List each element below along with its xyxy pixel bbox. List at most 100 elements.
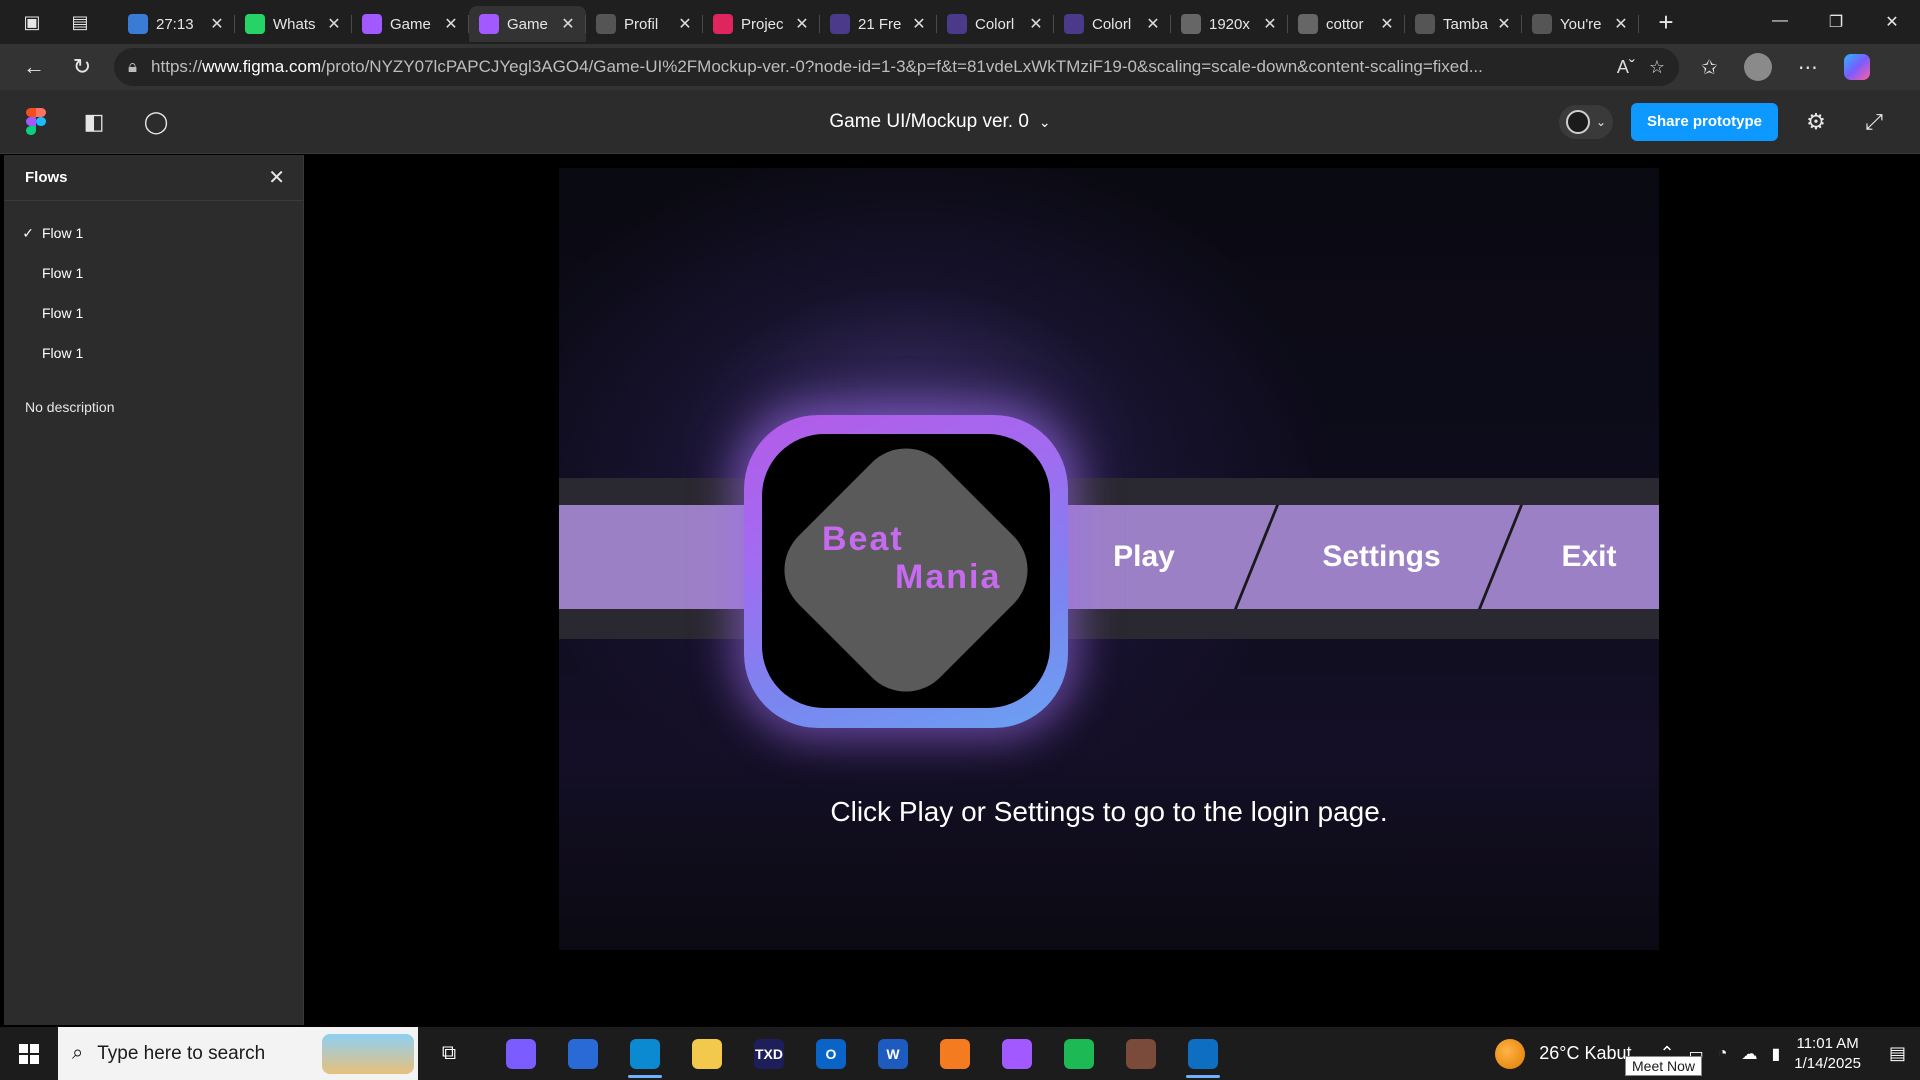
settings-button[interactable]: Settings (1279, 505, 1484, 609)
figma-app[interactable] (986, 1027, 1048, 1080)
exit-button[interactable]: Exit (1519, 505, 1659, 609)
close-tab-icon[interactable]: ✕ (1028, 14, 1044, 34)
browser-tab[interactable]: 1920x ✕ (1171, 6, 1288, 42)
back-button[interactable]: ← (10, 47, 58, 87)
flow-item[interactable]: ✓ Flow 1 (4, 213, 303, 253)
minimize-button[interactable]: — (1752, 12, 1808, 32)
browser-tab[interactable]: Colorl ✕ (1054, 6, 1171, 42)
explorer-app[interactable] (676, 1027, 738, 1080)
game-icon (1126, 1038, 1156, 1069)
close-tab-icon[interactable]: ✕ (911, 14, 927, 34)
weather-text[interactable]: 26°C Kabut (1539, 1043, 1631, 1064)
favorite-star-icon[interactable]: ☆ (1649, 57, 1665, 78)
network-icon[interactable]: ◔ (1718, 1045, 1728, 1063)
vertical-tabs-icon[interactable]: ▤ (66, 8, 94, 36)
outlook-app[interactable]: O (800, 1027, 862, 1080)
browser-tab[interactable]: Profil ✕ (586, 6, 703, 42)
close-tab-icon[interactable]: ✕ (1496, 14, 1512, 34)
task-view-icon: ⧉ (441, 1042, 457, 1064)
flow-item[interactable]: Flow 1 (4, 253, 303, 293)
figma-logo-icon[interactable] (26, 107, 46, 136)
workspaces-icon[interactable]: ▣ (18, 8, 46, 36)
browser-tab[interactable]: Projec ✕ (703, 6, 820, 42)
flow-label: Flow 1 (42, 345, 84, 361)
sidebar-toggle-icon[interactable]: ◧ (80, 109, 108, 135)
xampp-app[interactable] (924, 1027, 986, 1080)
tab-title: Colorl (1092, 15, 1132, 33)
timer-icon (128, 14, 148, 34)
share-prototype-button[interactable]: Share prototype (1630, 102, 1778, 141)
flow-item[interactable]: Flow 1 (4, 293, 303, 333)
game-main-menu-frame: Play Settings Exit Beat Mania Click Play… (559, 168, 1659, 950)
profile-avatar[interactable] (1743, 53, 1772, 81)
whatsapp-icon (245, 14, 265, 34)
comment-icon[interactable]: ◯ (142, 109, 170, 135)
taskbar-search[interactable]: ⌕ Type here to search (58, 1027, 418, 1080)
clock[interactable]: 11:01 AM 1/14/2025 (1794, 1034, 1861, 1074)
user-avatar-menu[interactable]: ⌄ (1558, 104, 1613, 139)
triangle-icon (713, 14, 733, 34)
store-app[interactable] (552, 1027, 614, 1080)
close-tab-icon[interactable]: ✕ (794, 14, 810, 34)
close-icon[interactable]: ✕ (268, 165, 285, 190)
url-field[interactable]: 🔒︎ https://www.figma.com/proto/NYZY07lcP… (114, 48, 1679, 86)
read-aloud-icon[interactable]: Aˇ (1617, 57, 1635, 78)
game-app[interactable] (1110, 1027, 1172, 1080)
close-tab-icon[interactable]: ✕ (1145, 14, 1161, 34)
task-view-button[interactable]: ⧉ (418, 1027, 480, 1080)
copilot-icon[interactable] (1843, 54, 1870, 80)
browser-tab[interactable]: Game ✕ (352, 6, 469, 42)
word-app[interactable]: W (862, 1027, 924, 1080)
search-placeholder: Type here to search (97, 1042, 266, 1064)
tab-title: Tamba (1443, 15, 1488, 33)
browser-tab[interactable]: cottor ✕ (1288, 6, 1405, 42)
copilot-icon (506, 1038, 536, 1069)
logo-text-line2: Mania (895, 558, 1002, 596)
outlook-icon: O (816, 1038, 846, 1069)
notifications-icon[interactable]: ▤ (1889, 1043, 1906, 1064)
browser-tab[interactable]: You're ✕ (1522, 6, 1639, 42)
close-tab-icon[interactable]: ✕ (677, 14, 693, 34)
vscode-app[interactable] (1172, 1027, 1234, 1080)
site-icon (947, 14, 967, 34)
close-tab-icon[interactable]: ✕ (326, 14, 342, 34)
close-window-button[interactable]: ✕ (1864, 12, 1920, 32)
weather-icon[interactable] (1495, 1038, 1526, 1069)
vscode-icon (1188, 1038, 1218, 1069)
battery-icon[interactable]: ▮ (1771, 1044, 1780, 1064)
file-title-dropdown[interactable]: Game UI/Mockup ver. 0 ⌄ (829, 111, 1050, 133)
start-button[interactable] (0, 1027, 58, 1080)
txd-app[interactable]: TXD (738, 1027, 800, 1080)
figma-icon (479, 14, 499, 34)
browser-tab[interactable]: 21 Fre ✕ (820, 6, 937, 42)
edge-app[interactable] (614, 1027, 676, 1080)
browser-tab[interactable]: Whats ✕ (235, 6, 352, 42)
settings-sliders-icon[interactable]: ⚙︎ (1796, 109, 1836, 135)
spotify-app[interactable] (1048, 1027, 1110, 1080)
close-tab-icon[interactable]: ✕ (209, 14, 225, 34)
flow-label: Flow 1 (42, 225, 84, 241)
spotify-icon (1064, 1038, 1094, 1069)
browser-tab[interactable]: Game ✕ (469, 6, 586, 42)
play-button[interactable]: Play (1069, 505, 1219, 609)
store-icon (568, 1038, 598, 1069)
browser-tab[interactable]: Colorl ✕ (937, 6, 1054, 42)
onedrive-icon[interactable]: ☁︎ (1741, 1044, 1757, 1064)
more-menu-icon[interactable]: ⋯ (1798, 55, 1818, 80)
close-tab-icon[interactable]: ✕ (1613, 14, 1629, 34)
close-tab-icon[interactable]: ✕ (1379, 14, 1395, 34)
restore-button[interactable]: ❐ (1808, 12, 1864, 32)
close-tab-icon[interactable]: ✕ (1262, 14, 1278, 34)
refresh-button[interactable]: ↻ (58, 47, 106, 87)
flow-item[interactable]: Flow 1 (4, 333, 303, 373)
new-tab-button[interactable]: + (1643, 7, 1689, 38)
site-icon (1298, 14, 1318, 34)
fullscreen-icon[interactable]: ⤢ (1854, 109, 1894, 135)
browser-tab[interactable]: 27:13 ✕ (118, 6, 235, 42)
copilot-app[interactable] (490, 1027, 552, 1080)
close-tab-icon[interactable]: ✕ (560, 14, 576, 34)
txd-icon: TXD (754, 1038, 784, 1069)
favorites-icon[interactable]: ✩ (1701, 55, 1718, 80)
browser-tab[interactable]: Tamba ✕ (1405, 6, 1522, 42)
close-tab-icon[interactable]: ✕ (443, 14, 459, 34)
